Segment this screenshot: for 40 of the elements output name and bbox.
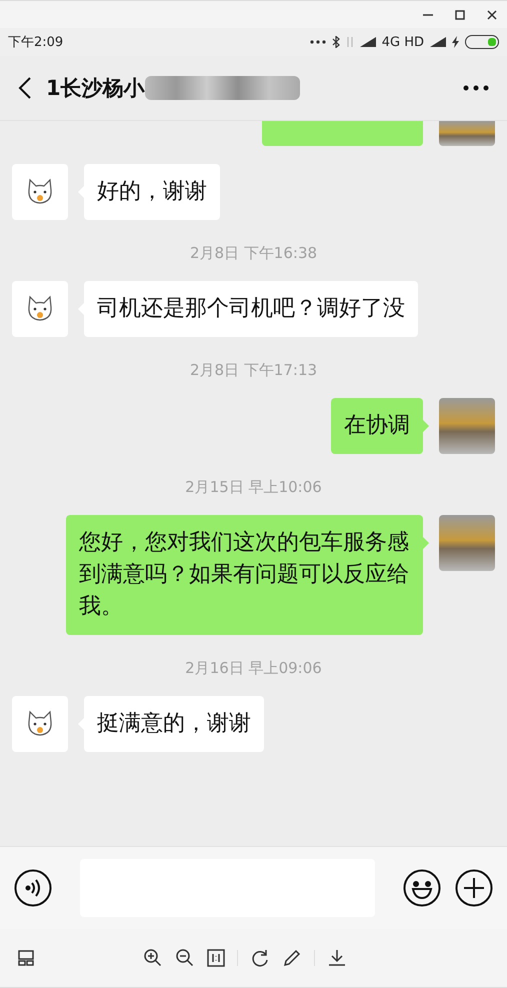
- voice-icon[interactable]: [14, 869, 52, 907]
- signal-icon: [360, 37, 376, 47]
- avatar[interactable]: [12, 164, 68, 220]
- actual-size-icon[interactable]: [206, 949, 224, 967]
- zoom-in-icon[interactable]: [142, 948, 162, 968]
- plus-icon[interactable]: [455, 869, 493, 907]
- close-icon[interactable]: [487, 10, 497, 20]
- message-bubble: 好的，谢谢: [84, 164, 220, 220]
- photo-placeholder[interactable]: [439, 398, 495, 454]
- signal-icon: [430, 37, 446, 47]
- message-bubble: 在协调: [331, 398, 423, 454]
- timestamp: 2月15日 早上10:06: [185, 478, 322, 497]
- avatar[interactable]: [12, 696, 68, 752]
- back-icon[interactable]: [18, 76, 32, 100]
- message-bubble: 您好，您对我们这次的包车服务感到满意吗？如果有问题可以反应给我。: [66, 515, 423, 635]
- bubble-tail: [423, 420, 429, 432]
- timestamp: 2月16日 早上09:06: [185, 659, 322, 678]
- pencil-icon[interactable]: [282, 948, 302, 968]
- message-bubble: 司机还是那个司机吧？调好了没: [84, 281, 418, 337]
- bubble-tail: [423, 537, 429, 549]
- chat-title: 1长沙杨小: [46, 75, 145, 102]
- emoji-icon[interactable]: [403, 869, 441, 907]
- battery-icon: [465, 35, 499, 49]
- more-dots-icon: [310, 40, 326, 44]
- avatar[interactable]: [12, 281, 68, 337]
- download-icon[interactable]: [326, 948, 346, 968]
- bluetooth-icon: [332, 36, 340, 48]
- charging-icon: [452, 36, 459, 48]
- maximize-icon[interactable]: [455, 10, 465, 20]
- message-bubble: 挺满意的，谢谢: [84, 696, 264, 752]
- photo-placeholder: [439, 121, 495, 146]
- rotate-icon[interactable]: [250, 948, 270, 968]
- timestamp: 2月8日 下午16:38: [190, 244, 318, 263]
- more-icon[interactable]: [463, 85, 489, 91]
- zoom-out-icon[interactable]: [174, 948, 194, 968]
- timestamp: 2月8日 下午17:13: [190, 361, 318, 380]
- photo-placeholder[interactable]: [439, 515, 495, 571]
- status-time: 下午2:09: [8, 34, 64, 51]
- network-type: 4G HD: [382, 34, 424, 50]
- layout-icon[interactable]: [18, 950, 34, 966]
